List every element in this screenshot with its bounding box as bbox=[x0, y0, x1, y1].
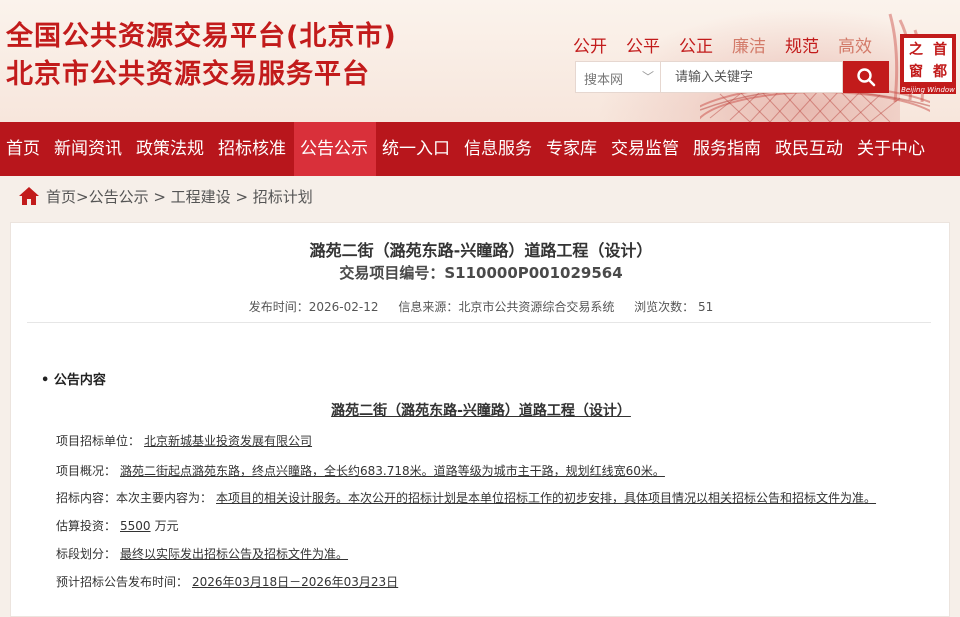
capital-window-logo[interactable]: 之 首 窗 都 Beijing Window bbox=[900, 34, 956, 94]
logo-char: 首 bbox=[933, 42, 947, 58]
row-label: 项目概况： bbox=[56, 464, 117, 478]
row-label: 招标内容：本次主要内容为： bbox=[56, 491, 213, 505]
value-word: 公正 bbox=[679, 37, 713, 57]
nav-item-bid-approval[interactable]: 招标核准 bbox=[212, 122, 294, 176]
row-suffix: 万元 bbox=[154, 519, 179, 533]
section-heading: • 公告内容 bbox=[41, 373, 106, 388]
nav-item-policy[interactable]: 政策法规 bbox=[130, 122, 212, 176]
breadcrumb-home-link[interactable]: 首页> bbox=[46, 186, 89, 207]
search-bar: 搜本网 ﹀ bbox=[575, 61, 889, 93]
divider bbox=[27, 322, 931, 323]
publish-date: 发布时间：2026-02-12 bbox=[248, 300, 379, 314]
detail-row-content: 招标内容：本次主要内容为： 本项目的相关设计服务。本次公开的招标计划是本单位招标工… bbox=[56, 489, 876, 506]
breadcrumb-path[interactable]: 公告公示 > 工程建设 > 招标计划 bbox=[89, 186, 313, 207]
nav-item-guide[interactable]: 服务指南 bbox=[687, 122, 769, 176]
value-word: 公开 bbox=[573, 37, 607, 57]
row-label: 估算投资： bbox=[56, 519, 117, 533]
row-label: 预计招标公告发布时间： bbox=[56, 575, 189, 589]
nav-item-announcements[interactable]: 公告公示 bbox=[294, 122, 376, 176]
detail-row-sections: 标段划分： 最终以实际发出招标公告及招标文件为准。 bbox=[56, 545, 348, 562]
announcement-title: 潞苑二街（潞苑东路-兴瞳路）道路工程（设计） bbox=[331, 403, 631, 419]
search-input[interactable] bbox=[661, 61, 843, 93]
nav-item-interaction[interactable]: 政民互动 bbox=[769, 122, 851, 176]
row-label: 标段划分： bbox=[56, 547, 117, 561]
search-scope-select[interactable]: 搜本网 ﹀ bbox=[575, 61, 661, 93]
value-word: 廉洁 bbox=[732, 37, 766, 57]
logo-char: 都 bbox=[933, 64, 947, 80]
detail-row-investment: 估算投资： 5500 万元 bbox=[56, 517, 179, 534]
nav-item-unified-entry[interactable]: 统一入口 bbox=[376, 122, 458, 176]
article-title: 潞苑二街（潞苑东路-兴瞳路）道路工程（设计） bbox=[309, 241, 653, 260]
article-panel: 潞苑二街（潞苑东路-兴瞳路）道路工程（设计） 交易项目编号：S110000P00… bbox=[10, 222, 950, 617]
site-title-secondary[interactable]: 北京市公共资源交易服务平台 bbox=[6, 52, 370, 91]
logo-char: 窗 bbox=[909, 64, 923, 80]
nav-item-expert-pool[interactable]: 专家库 bbox=[540, 122, 605, 176]
value-word: 高效 bbox=[838, 37, 872, 57]
value-word: 规范 bbox=[785, 37, 819, 57]
transaction-code-value: S110000P001029564 bbox=[444, 264, 623, 282]
article-meta: 发布时间：2026-02-12 信息来源：北京市公共资源综合交易系统 浏览次数：… bbox=[11, 298, 951, 315]
chevron-down-icon: ﹀ bbox=[641, 70, 654, 84]
detail-row-publish-window: 预计招标公告发布时间： 2026年03月18日－2026年03月23日 bbox=[56, 573, 398, 590]
site-header: 全国公共资源交易平台(北京市) 北京市公共资源交易服务平台 公开 公平 公正 廉… bbox=[0, 0, 960, 122]
row-value: 2026年03月18日－2026年03月23日 bbox=[192, 575, 399, 589]
nav-item-about[interactable]: 关于中心 bbox=[851, 122, 933, 176]
logo-char: 之 bbox=[909, 42, 923, 58]
row-label: 项目招标单位： bbox=[56, 434, 141, 448]
logo-characters: 之 首 窗 都 bbox=[904, 38, 952, 82]
logo-subtitle: Beijing Window bbox=[901, 86, 955, 94]
breadcrumb: 首页> 公告公示 > 工程建设 > 招标计划 bbox=[18, 185, 313, 207]
core-values: 公开 公平 公正 廉洁 规范 高效 bbox=[573, 32, 891, 57]
row-value: 北京新城基业投资发展有限公司 bbox=[144, 434, 313, 448]
detail-row-tenderer: 项目招标单位： 北京新城基业投资发展有限公司 bbox=[56, 432, 312, 449]
detail-row-overview: 项目概况： 潞苑二街起点潞苑东路，终点兴瞳路，全长约683.718米。道路等级为城… bbox=[56, 462, 665, 479]
nav-item-info-service[interactable]: 信息服务 bbox=[458, 122, 540, 176]
info-source: 信息来源：北京市公共资源综合交易系统 bbox=[398, 300, 615, 314]
view-count: 浏览次数： 51 bbox=[634, 300, 714, 314]
site-title-primary[interactable]: 全国公共资源交易平台(北京市) bbox=[6, 14, 397, 53]
home-icon bbox=[19, 187, 39, 205]
row-value: 本项目的相关设计服务。本次公开的招标计划是本单位招标工作的初步安排，具体项目情况… bbox=[216, 491, 877, 505]
nav-item-supervision[interactable]: 交易监管 bbox=[605, 122, 687, 176]
row-value: 5500 bbox=[120, 519, 151, 533]
nav-item-home[interactable]: 首页 bbox=[0, 122, 48, 176]
main-nav: 首页 新闻资讯 政策法规 招标核准 公告公示 统一入口 信息服务 专家库 交易监… bbox=[0, 122, 960, 176]
nav-item-news[interactable]: 新闻资讯 bbox=[48, 122, 130, 176]
value-word: 公平 bbox=[626, 37, 660, 57]
search-icon bbox=[857, 68, 876, 87]
search-button[interactable] bbox=[843, 61, 889, 93]
search-scope-label: 搜本网 bbox=[584, 73, 624, 88]
row-value: 潞苑二街起点潞苑东路，终点兴瞳路，全长约683.718米。道路等级为城市主干路，… bbox=[120, 464, 665, 478]
row-value: 最终以实际发出招标公告及招标文件为准。 bbox=[120, 547, 349, 561]
transaction-code: 交易项目编号：S110000P001029564 bbox=[11, 262, 951, 283]
transaction-code-label: 交易项目编号： bbox=[339, 264, 445, 282]
